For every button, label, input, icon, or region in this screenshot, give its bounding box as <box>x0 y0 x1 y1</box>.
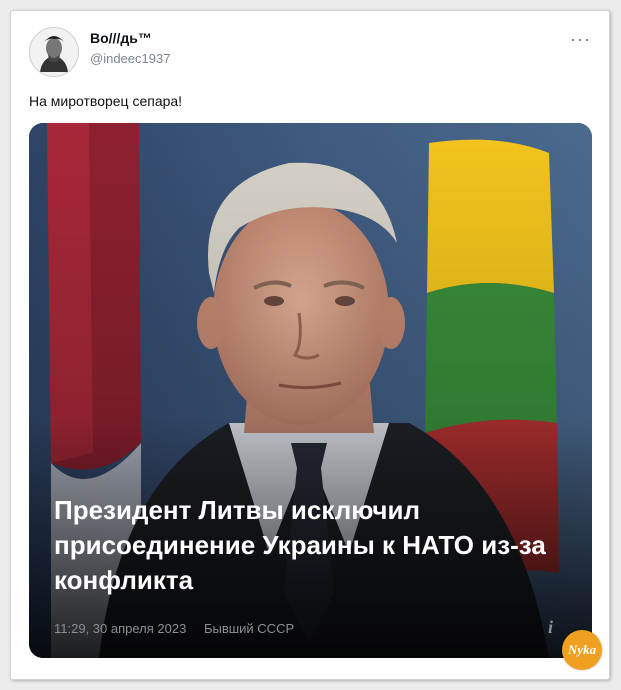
watermark-text: Nyka <box>567 642 597 657</box>
more-icon[interactable]: ··· <box>570 29 591 50</box>
avatar[interactable] <box>29 27 79 77</box>
watermark-logo: Nyka <box>562 630 602 670</box>
handle[interactable]: @indeec1937 <box>90 51 170 66</box>
news-meta: 11:29, 30 апреля 2023 Бывший СССР <box>54 621 294 636</box>
news-timestamp: 11:29, 30 апреля 2023 <box>54 621 187 636</box>
tweet-text: На миротворец сепара! <box>29 93 183 109</box>
info-icon[interactable]: i <box>548 617 553 638</box>
tweet-card: Во///дь™ @indeec1937 ··· На миротворец с… <box>10 10 610 680</box>
display-name[interactable]: Во///дь™ <box>90 30 152 46</box>
news-media-card[interactable]: Президент Литвы исключил присоединение У… <box>29 123 592 658</box>
news-source[interactable]: Бывший СССР <box>204 621 294 636</box>
news-headline[interactable]: Президент Литвы исключил присоединение У… <box>54 493 574 598</box>
